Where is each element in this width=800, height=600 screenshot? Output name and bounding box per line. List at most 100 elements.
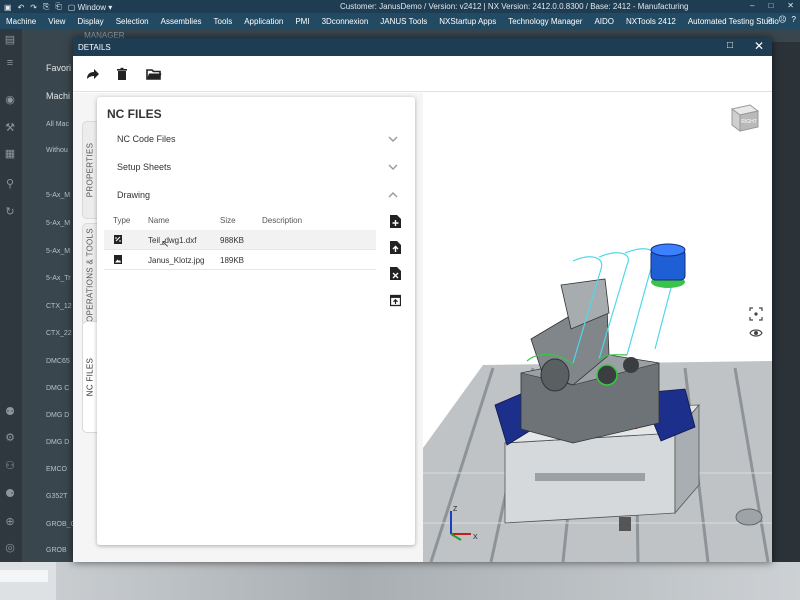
col-description[interactable]: Description [262, 216, 302, 225]
section-drawing[interactable]: Drawing [97, 182, 415, 210]
menu-view[interactable]: View [42, 17, 71, 26]
settings-icon[interactable]: ⚙ [3, 431, 17, 445]
panel-item[interactable]: DMG D [46, 439, 69, 446]
panel-item[interactable]: CTX_22 [46, 330, 72, 337]
menu-nxtools-2412[interactable]: NXTools 2412 [620, 17, 682, 26]
panel-item[interactable]: 5-Ax_M [46, 220, 70, 227]
add-file-button[interactable] [390, 215, 401, 228]
3d-viewport[interactable]: Z X RIGHT [423, 93, 772, 562]
workpiece-hole [623, 357, 639, 373]
menu-janus-tools[interactable]: JANUS Tools [374, 17, 433, 26]
export-button[interactable] [389, 294, 402, 307]
section-label: Drawing [117, 190, 151, 200]
details-titlebar: DETAILS □ ✕ [73, 38, 772, 56]
panel-item[interactable]: DMC65 [46, 358, 70, 365]
delete-button[interactable] [113, 65, 131, 83]
doc-icon[interactable]: ▤ [3, 33, 17, 47]
redo-icon[interactable]: ↷ [30, 3, 37, 12]
save-icon[interactable]: ▣ [4, 3, 12, 12]
copy-icon[interactable]: ⎘ [43, 2, 49, 12]
nx-maximize-icon[interactable]: □ [768, 1, 773, 10]
menu-tools[interactable]: Tools [208, 17, 239, 26]
nx-window-controls: – □ ✕ [750, 1, 794, 10]
refresh-icon[interactable]: ↻ [3, 205, 17, 219]
tab-nc-files-label: NC FILES [85, 357, 95, 397]
menu-pmi[interactable]: PMI [289, 17, 315, 26]
panel-item[interactable]: GROB [46, 547, 67, 554]
menu-aido[interactable]: AIDO [588, 17, 620, 26]
file-remove-icon [390, 267, 401, 280]
file-name[interactable]: Janus_Klotz.jpg [148, 256, 204, 265]
people-icon[interactable]: ⚈ [3, 487, 17, 501]
remove-file-button[interactable] [390, 267, 401, 280]
file-row[interactable]: Janus_Klotz.jpg 189KB [104, 250, 376, 270]
help-icon[interactable]: ? [792, 15, 796, 24]
panel-item[interactable]: EMCO [46, 466, 67, 473]
nx-minimize-icon[interactable]: – [750, 1, 754, 10]
panel-item[interactable]: G352T [46, 493, 67, 500]
tab-operations-tools-label: OPERATIONS & TOOLS [85, 228, 95, 322]
globe-icon[interactable]: ⊕ [3, 515, 17, 529]
undo-icon[interactable]: ↶ [18, 3, 25, 12]
menu-machine[interactable]: Machine [0, 17, 42, 26]
menu-technology-manager[interactable]: Technology Manager [502, 17, 588, 26]
panel-item[interactable]: Withou [46, 147, 68, 154]
visibility-icon[interactable] [749, 326, 763, 340]
file-row[interactable]: Teil_dwg1.dxf 988KB ↖ [104, 230, 376, 250]
chevron-up-icon [388, 192, 398, 198]
x-axis-label: X [473, 534, 478, 541]
web-icon[interactable]: ◎ [3, 541, 17, 555]
open-folder-button[interactable] [145, 65, 163, 83]
panel-item[interactable]: 5-Ax_M [46, 248, 70, 255]
menu-selection[interactable]: Selection [110, 17, 155, 26]
file-add-icon [390, 215, 401, 228]
col-type: Type [113, 216, 131, 225]
section-setup-sheets[interactable]: Setup Sheets [97, 154, 415, 182]
panel-item[interactable]: DMG C [46, 385, 69, 392]
menu-nxstartup-apps[interactable]: NXStartup Apps [433, 17, 502, 26]
smiley-icon[interactable]: ☺ [765, 15, 773, 24]
window-menu[interactable]: ▢ Window ▾ [68, 3, 113, 12]
panel-item[interactable]: 5-Ax_M [46, 192, 70, 199]
section-nc-code-files[interactable]: NC Code Files [97, 126, 415, 154]
grid-icon[interactable]: ▦ [3, 147, 17, 161]
share-icon [87, 69, 99, 79]
close-icon[interactable]: ✕ [754, 39, 764, 53]
team-icon[interactable]: ⚇ [3, 459, 17, 473]
upload-file-button[interactable] [390, 241, 401, 254]
panel-item[interactable]: GROB_C [46, 521, 76, 528]
pin-icon[interactable]: ⚲ [3, 177, 17, 191]
menu-application[interactable]: Application [238, 17, 289, 26]
view-cube[interactable]: RIGHT [728, 99, 762, 133]
fit-view-icon[interactable] [749, 307, 763, 321]
nx-close-icon[interactable]: ✕ [787, 1, 794, 10]
database-icon[interactable]: ◉ [3, 93, 17, 107]
panel-header-favorites[interactable]: Favori [46, 63, 71, 73]
panel-item[interactable]: All Mac [46, 121, 69, 128]
maximize-icon[interactable]: □ [727, 40, 733, 51]
z-axis-label: Z [453, 506, 458, 513]
tab-operations-tools[interactable]: OPERATIONS & TOOLS [82, 223, 97, 327]
workpiece-hole [596, 364, 618, 386]
file-name[interactable]: Teil_dwg1.dxf [148, 236, 196, 245]
tab-properties[interactable]: PROPERTIES [82, 121, 97, 219]
panel-item[interactable]: DMG D [46, 412, 69, 419]
menu-assemblies[interactable]: Assemblies [155, 17, 208, 26]
menu-list-icon[interactable]: ≡ [3, 57, 17, 71]
tab-nc-files[interactable]: NC FILES [82, 321, 97, 433]
panel-header-machines[interactable]: Machi [46, 91, 70, 101]
menu-display[interactable]: Display [71, 17, 109, 26]
share-button[interactable] [83, 65, 101, 83]
panel-item[interactable]: 5-Ax_Tr [46, 275, 71, 282]
col-size[interactable]: Size [220, 216, 236, 225]
details-toolbar [73, 56, 772, 92]
panel-item[interactable]: CTX_12 [46, 303, 72, 310]
file-size: 189KB [220, 256, 245, 265]
section-label: NC Code Files [117, 134, 176, 144]
menu-3dconnexion[interactable]: 3Dconnexion [316, 17, 375, 26]
col-name[interactable]: Name [148, 216, 169, 225]
tool-icon[interactable]: ⚒ [3, 121, 17, 135]
user-icon[interactable]: ⚉ [3, 405, 17, 419]
paste-icon[interactable]: ⎗ [55, 2, 61, 12]
frown-icon[interactable]: ☹ [778, 15, 786, 24]
